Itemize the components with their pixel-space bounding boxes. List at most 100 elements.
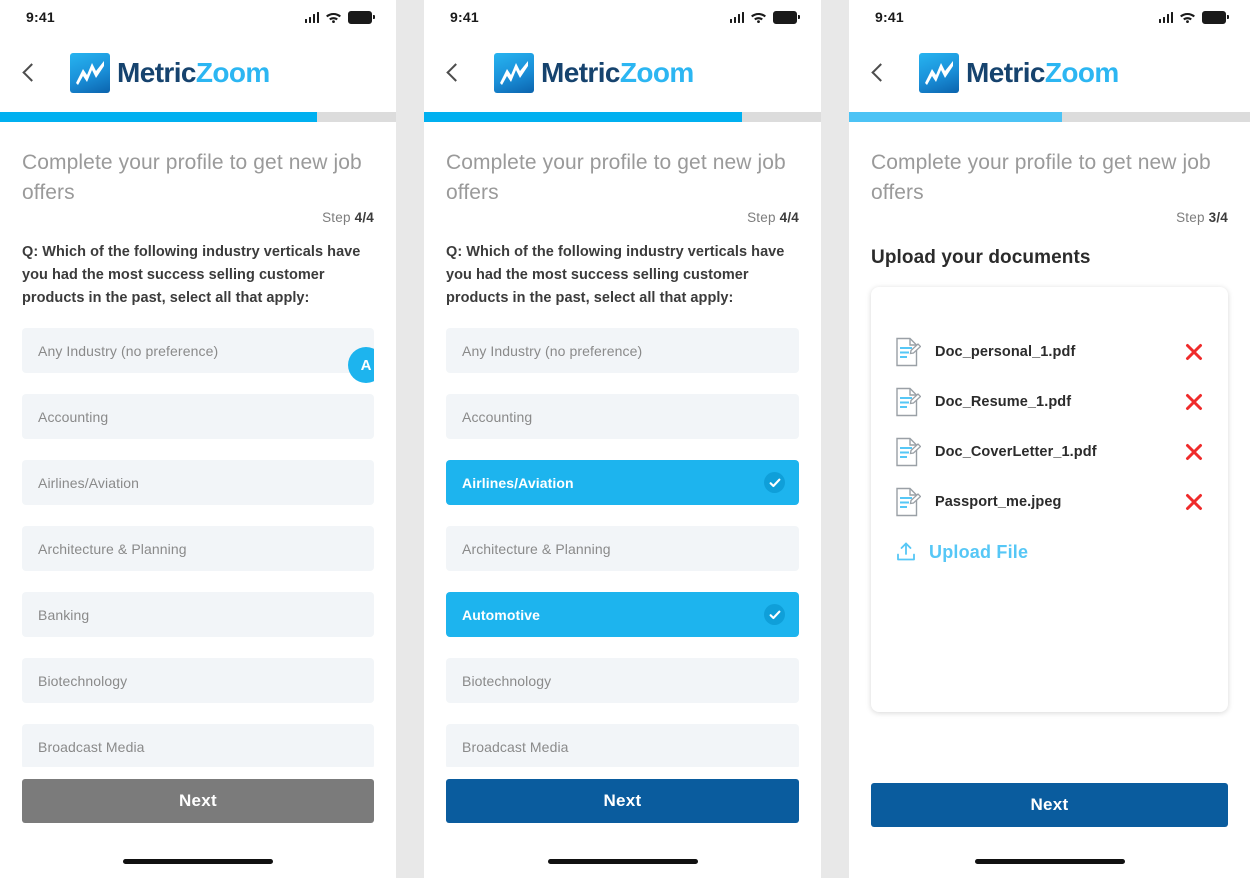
option-label: Accounting <box>462 408 533 425</box>
status-time: 9:41 <box>26 9 55 25</box>
option-automotive[interactable]: Automotive <box>446 592 799 637</box>
back-chevron-icon[interactable] <box>440 60 466 86</box>
option-accounting[interactable]: Accounting <box>22 394 374 439</box>
panel-footer: Next <box>849 771 1250 878</box>
home-indicator <box>123 859 273 864</box>
industry-option-list: Any Industry (no preference) Accounting … <box>22 328 374 767</box>
document-row[interactable]: Doc_Resume_1.pdf <box>895 377 1204 427</box>
status-icon-group <box>304 10 375 24</box>
question-text: Q: Which of the following industry verti… <box>22 244 361 306</box>
option-label: Biotechnology <box>38 672 128 689</box>
option-any-industry[interactable]: Any Industry (no preference) <box>22 328 374 373</box>
status-bar: 9:41 <box>0 0 396 34</box>
option-label: Architecture & Planning <box>38 540 187 557</box>
document-name: Doc_personal_1.pdf <box>935 344 1076 360</box>
metriczoom-mark-icon <box>494 53 534 93</box>
option-label: Accounting <box>38 408 109 425</box>
metriczoom-mark-icon <box>70 53 110 93</box>
nav-bar: MetricZoom <box>424 34 821 112</box>
document-row[interactable]: Doc_personal_1.pdf <box>895 327 1204 377</box>
progress-fill <box>849 112 1062 122</box>
document-name: Doc_CoverLetter_1.pdf <box>935 444 1097 460</box>
panel-footer: Next <box>0 767 396 878</box>
option-label: Airlines/Aviation <box>462 474 574 491</box>
page-headline: Complete your profile to get new job off… <box>446 151 786 204</box>
progress-bar <box>0 112 396 122</box>
document-edit-icon <box>895 487 922 517</box>
option-biotechnology[interactable]: Biotechnology <box>22 658 374 703</box>
document-row[interactable]: Passport_me.jpeg <box>895 477 1204 527</box>
status-bar: 9:41 <box>849 0 1250 34</box>
progress-bar <box>849 112 1250 122</box>
document-row[interactable]: Doc_CoverLetter_1.pdf <box>895 427 1204 477</box>
scroll-letter-badge: A <box>348 347 374 383</box>
step-indicator: Step 4/4 <box>747 210 799 225</box>
delete-document-icon[interactable] <box>1184 342 1204 362</box>
brand-logo: MetricZoom <box>494 53 694 93</box>
option-label: Any Industry (no preference) <box>462 342 643 359</box>
upload-file-label: Upload File <box>929 541 1029 562</box>
upload-icon <box>895 541 917 563</box>
status-time: 9:41 <box>450 9 479 25</box>
status-icon-group <box>729 10 800 24</box>
cellular-signal-icon <box>304 11 319 23</box>
option-label: Broadcast Media <box>38 738 145 755</box>
home-indicator <box>547 859 698 864</box>
wifi-icon <box>751 12 766 23</box>
phone-panel-industry-unselected: 9:41 MetricZoom Complete your profile to… <box>0 0 396 878</box>
option-label: Architecture & Planning <box>462 540 611 557</box>
delete-document-icon[interactable] <box>1184 442 1204 462</box>
documents-card: Doc_personal_1.pdf Doc_Resume_1.pdf Doc_… <box>871 287 1228 712</box>
option-airlines-aviation[interactable]: Airlines/Aviation <box>446 460 799 505</box>
brand-logo: MetricZoom <box>919 53 1119 93</box>
option-broadcast-media[interactable]: Broadcast Media <box>446 724 799 767</box>
option-airlines-aviation[interactable]: Airlines/Aviation <box>22 460 374 505</box>
upload-file-button[interactable]: Upload File <box>895 529 1204 575</box>
option-broadcast-media[interactable]: Broadcast Media <box>22 724 374 767</box>
option-any-industry[interactable]: Any Industry (no preference) <box>446 328 799 373</box>
page-headline: Complete your profile to get new job off… <box>871 151 1211 204</box>
option-architecture-planning[interactable]: Architecture & Planning <box>446 526 799 571</box>
back-chevron-icon[interactable] <box>16 60 42 86</box>
progress-fill <box>424 112 742 122</box>
document-edit-icon <box>895 337 922 367</box>
battery-icon <box>773 10 800 24</box>
page-headline: Complete your profile to get new job off… <box>22 151 362 204</box>
section-subheading: Upload your documents <box>871 247 1091 268</box>
panel-content: Complete your profile to get new job off… <box>0 122 396 767</box>
option-label: Broadcast Media <box>462 738 569 755</box>
phone-panel-documents: 9:41 MetricZoom Complete your profile to… <box>849 0 1250 878</box>
option-label: Any Industry (no preference) <box>38 342 219 359</box>
delete-document-icon[interactable] <box>1184 492 1204 512</box>
home-indicator <box>974 859 1125 864</box>
progress-fill <box>0 112 317 122</box>
wifi-icon <box>1180 12 1195 23</box>
panel-footer: Next <box>424 767 821 878</box>
next-button[interactable]: Next <box>871 783 1228 827</box>
brand-logo: MetricZoom <box>70 53 270 93</box>
battery-icon <box>348 10 375 24</box>
status-icon-group <box>1158 10 1229 24</box>
option-label: Airlines/Aviation <box>38 474 140 491</box>
brand-wordmark: MetricZoom <box>541 57 694 88</box>
battery-icon <box>1202 10 1229 24</box>
option-banking[interactable]: Banking <box>22 592 374 637</box>
delete-document-icon[interactable] <box>1184 392 1204 412</box>
step-indicator: Step 3/4 <box>1176 210 1228 225</box>
back-chevron-icon[interactable] <box>865 60 891 86</box>
nav-bar: MetricZoom <box>849 34 1250 112</box>
option-label: Automotive <box>462 606 540 623</box>
step-row: Step 3/4 <box>871 210 1228 225</box>
option-label: Banking <box>38 606 90 623</box>
option-accounting[interactable]: Accounting <box>446 394 799 439</box>
next-button[interactable]: Next <box>446 779 799 823</box>
step-row: Step 4/4 <box>446 210 799 225</box>
brand-wordmark: MetricZoom <box>117 57 270 88</box>
next-button[interactable]: Next <box>22 779 374 823</box>
phone-panel-industry-selected: 9:41 MetricZoom Complete your profile to… <box>424 0 821 878</box>
option-label: Biotechnology <box>462 672 552 689</box>
document-name: Passport_me.jpeg <box>935 494 1062 510</box>
option-architecture-planning[interactable]: Architecture & Planning <box>22 526 374 571</box>
option-biotechnology[interactable]: Biotechnology <box>446 658 799 703</box>
three-panel-mockup: 9:41 MetricZoom Complete your profile to… <box>0 0 1250 878</box>
